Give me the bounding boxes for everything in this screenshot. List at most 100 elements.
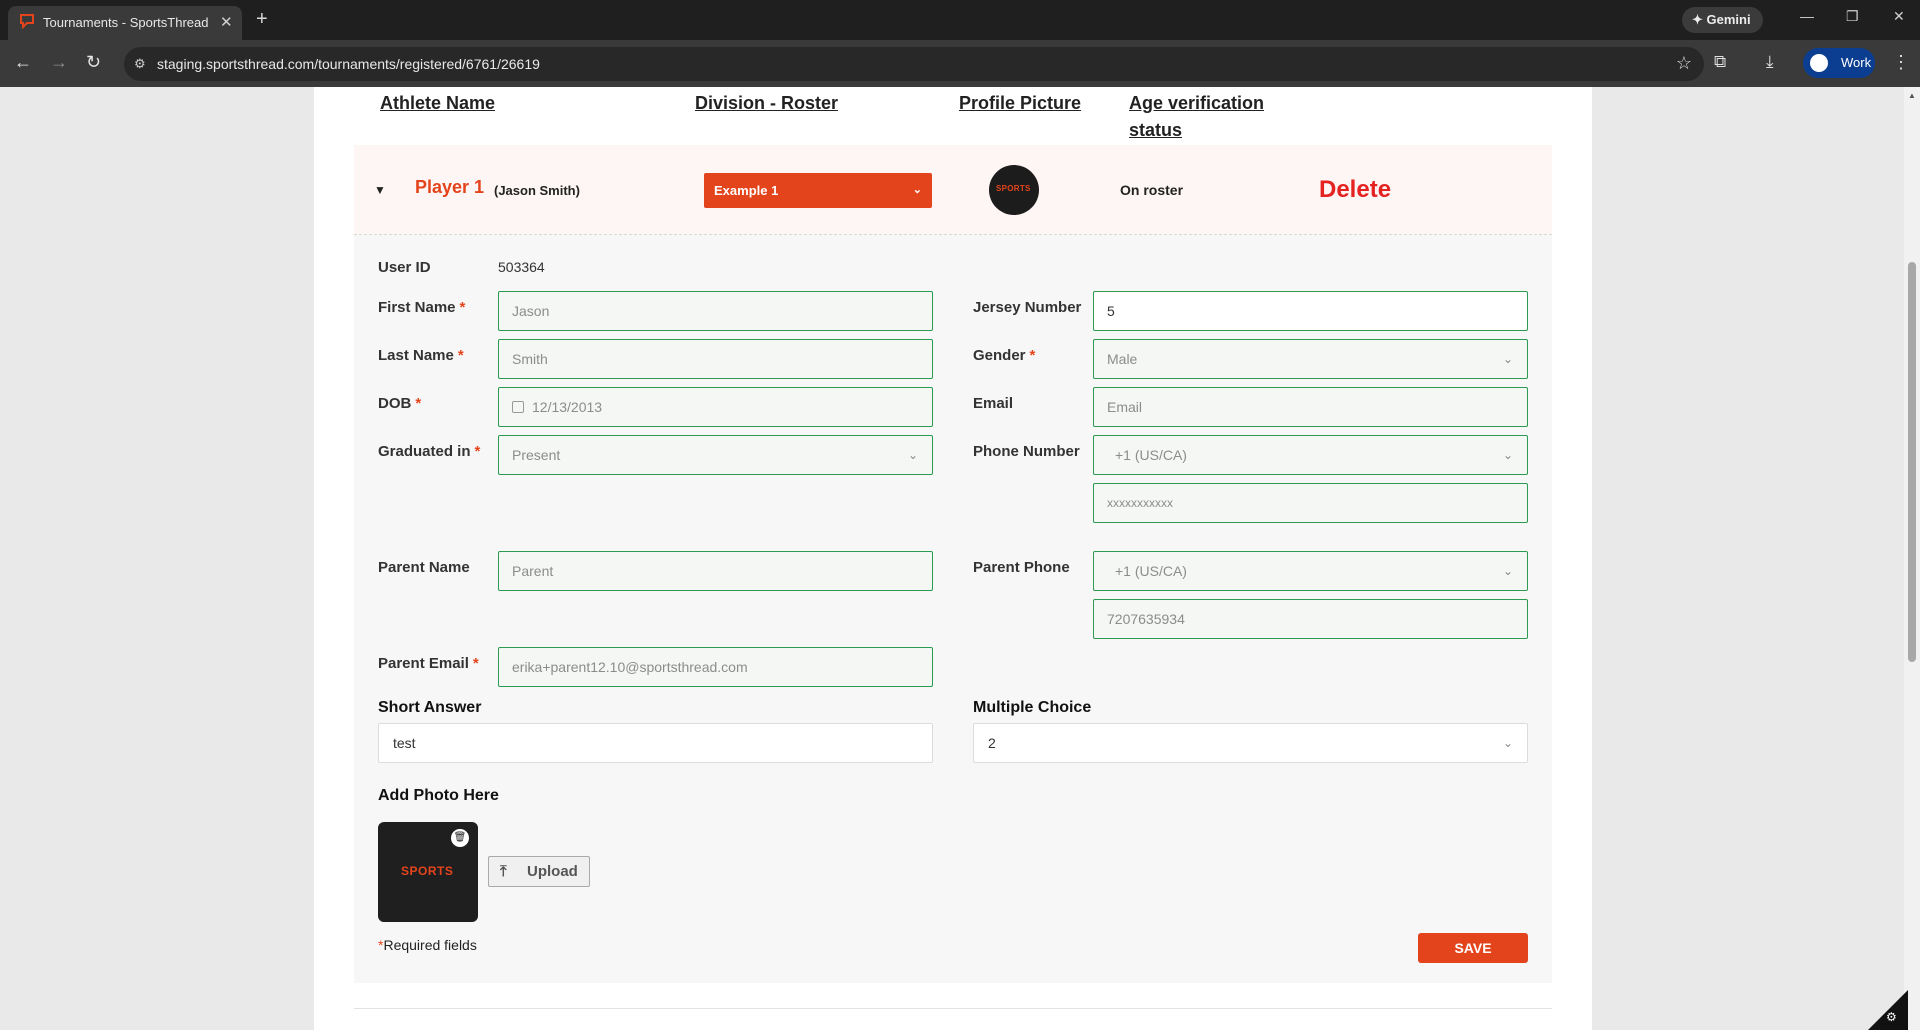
gemini-label: Gemini (1706, 12, 1751, 27)
row-divider (354, 1008, 1552, 1009)
player-full-name: (Jason Smith) (494, 183, 580, 198)
window-close-icon[interactable]: ✕ (1893, 8, 1905, 25)
gender-label: Gender * (973, 347, 1036, 364)
new-tab-icon[interactable]: + (256, 8, 268, 31)
scrollbar-thumb[interactable] (1908, 262, 1916, 662)
url-text: staging.sportsthread.com/tournaments/reg… (157, 56, 540, 72)
jersey-number-field[interactable]: 5 (1093, 291, 1528, 331)
upload-label: Upload (527, 863, 578, 880)
delete-button[interactable]: Delete (1319, 176, 1391, 204)
phone-number-field[interactable]: xxxxxxxxxxx (1093, 483, 1528, 523)
dob-field[interactable]: 12/13/2013 (498, 387, 933, 427)
header-athlete-name: Athlete Name (380, 93, 496, 113)
graduated-label: Graduated in * (378, 443, 481, 460)
multiple-choice-select[interactable]: 2 ⌄ (973, 723, 1528, 763)
uploaded-photo: SPORTS 🗑 (378, 822, 478, 922)
phone-country-value: +1 (US/CA) (1115, 447, 1187, 463)
page-scrollbar[interactable]: ▲ (1904, 87, 1920, 1030)
chevron-down-icon: ⌄ (1502, 736, 1513, 750)
division-value: Example 1 (714, 183, 779, 198)
calendar-icon (512, 401, 524, 413)
upload-icon: ⤒ (500, 863, 507, 880)
gemini-button[interactable]: ✦ Gemini (1682, 7, 1763, 33)
multiple-choice-value: 2 (988, 735, 996, 751)
parent-name-field[interactable]: Parent (498, 551, 933, 591)
restore-icon[interactable]: ❐ (1846, 8, 1859, 25)
save-button[interactable]: SAVE (1418, 933, 1528, 963)
sportsthread-favicon-icon (20, 14, 34, 29)
avatar (1810, 54, 1828, 72)
graduated-value: Present (512, 447, 561, 463)
last-name-field[interactable]: Smith (498, 339, 933, 379)
dob-label: DOB * (378, 395, 422, 412)
settings-corner-badge[interactable]: ⚙ (1868, 990, 1908, 1030)
player-row: ▼ Player 1 (Jason Smith) Example 1 ⌄ SPO… (354, 145, 1552, 235)
multiple-choice-label: Multiple Choice (973, 699, 1092, 716)
player-name: Player 1 (415, 177, 485, 197)
browser-tab[interactable]: Tournaments - SportsThread ✕ (8, 6, 242, 40)
parent-email-label: Parent Email * (378, 655, 479, 672)
header-age-verification-line1: Age verification (1129, 93, 1265, 113)
site-info-icon[interactable]: ⚙ (134, 56, 146, 72)
profile-button[interactable]: Work (1803, 48, 1875, 78)
header-age-verification-line2: status (1129, 120, 1183, 140)
graduated-select[interactable]: Present ⌄ (498, 435, 933, 475)
user-id-value: 503364 (498, 259, 545, 275)
parent-name-label: Parent Name (378, 559, 470, 576)
sportsthread-logo: SPORTS (996, 184, 1031, 193)
tab-title: Tournaments - SportsThread (43, 15, 209, 30)
chevron-down-icon: ⌄ (1502, 564, 1513, 578)
chevron-down-icon: ⌄ (1502, 448, 1513, 462)
gender-value: Male (1107, 351, 1138, 367)
browser-toolbar: ← → ↻ ⚙ staging.sportsthread.com/tournam… (0, 40, 1920, 87)
first-name-field[interactable]: Jason (498, 291, 933, 331)
sparkle-icon: ✦ (1692, 12, 1707, 27)
user-id-label: User ID (378, 259, 431, 276)
jersey-number-label: Jersey Number (973, 299, 1082, 316)
collapse-caret-icon[interactable]: ▼ (374, 183, 386, 197)
add-photo-label: Add Photo Here (378, 787, 499, 804)
gear-icon: ⚙ (1886, 1010, 1897, 1024)
tab-search-icon[interactable]: ⧉ (1714, 52, 1726, 72)
short-answer-field[interactable]: test (378, 723, 933, 763)
download-icon[interactable]: ⤓ (1766, 52, 1774, 72)
sportsthread-logo: SPORTS (401, 864, 454, 878)
dob-value: 12/13/2013 (532, 399, 603, 415)
minimize-icon[interactable]: — (1800, 8, 1814, 24)
parent-phone-country-value: +1 (US/CA) (1115, 563, 1187, 579)
tab-close-icon[interactable]: ✕ (220, 13, 233, 31)
address-bar[interactable]: ⚙ staging.sportsthread.com/tournaments/r… (124, 47, 1704, 81)
back-icon[interactable]: ← (14, 52, 32, 73)
phone-country-select[interactable]: +1 (US/CA) ⌄ (1093, 435, 1528, 475)
gender-select[interactable]: Male ⌄ (1093, 339, 1528, 379)
chevron-down-icon: ⌄ (912, 184, 922, 196)
reload-icon[interactable]: ↻ (86, 52, 101, 73)
profile-label: Work (1841, 55, 1872, 70)
last-name-label: Last Name * (378, 347, 464, 364)
bookmark-star-icon[interactable]: ☆ (1676, 53, 1692, 74)
browser-tab-bar: Tournaments - SportsThread ✕ + ✦ Gemini … (0, 0, 1920, 40)
chevron-down-icon: ⌄ (1502, 352, 1513, 366)
parent-phone-field[interactable]: 7207635934 (1093, 599, 1528, 639)
forward-icon[interactable]: → (50, 52, 68, 73)
parent-phone-country-select[interactable]: +1 (US/CA) ⌄ (1093, 551, 1528, 591)
required-fields-note: *Required fields (378, 937, 477, 953)
browser-menu-icon[interactable]: ⋮ (1892, 52, 1910, 73)
header-profile-picture: Profile Picture (959, 93, 1082, 113)
first-name-label: First Name * (378, 299, 466, 316)
email-field[interactable]: Email (1093, 387, 1528, 427)
scroll-up-icon[interactable]: ▲ (1908, 91, 1916, 100)
email-label: Email (973, 395, 1014, 412)
chevron-down-icon: ⌄ (907, 448, 918, 462)
parent-phone-label: Parent Phone (973, 559, 1070, 576)
short-answer-label: Short Answer (378, 699, 482, 716)
phone-number-label: Phone Number (973, 443, 1080, 460)
division-select[interactable]: Example 1 ⌄ (704, 173, 932, 208)
trash-icon[interactable]: 🗑 (451, 829, 469, 847)
upload-button[interactable]: ⤒ Upload (488, 856, 590, 887)
header-division-roster: Division - Roster (695, 93, 839, 113)
parent-email-field[interactable]: erika+parent12.10@sportsthread.com (498, 647, 933, 687)
age-verification-status: On roster (1120, 182, 1184, 198)
header-age-verification: Age verification status (1129, 90, 1264, 144)
profile-picture[interactable]: SPORTS (989, 165, 1039, 215)
